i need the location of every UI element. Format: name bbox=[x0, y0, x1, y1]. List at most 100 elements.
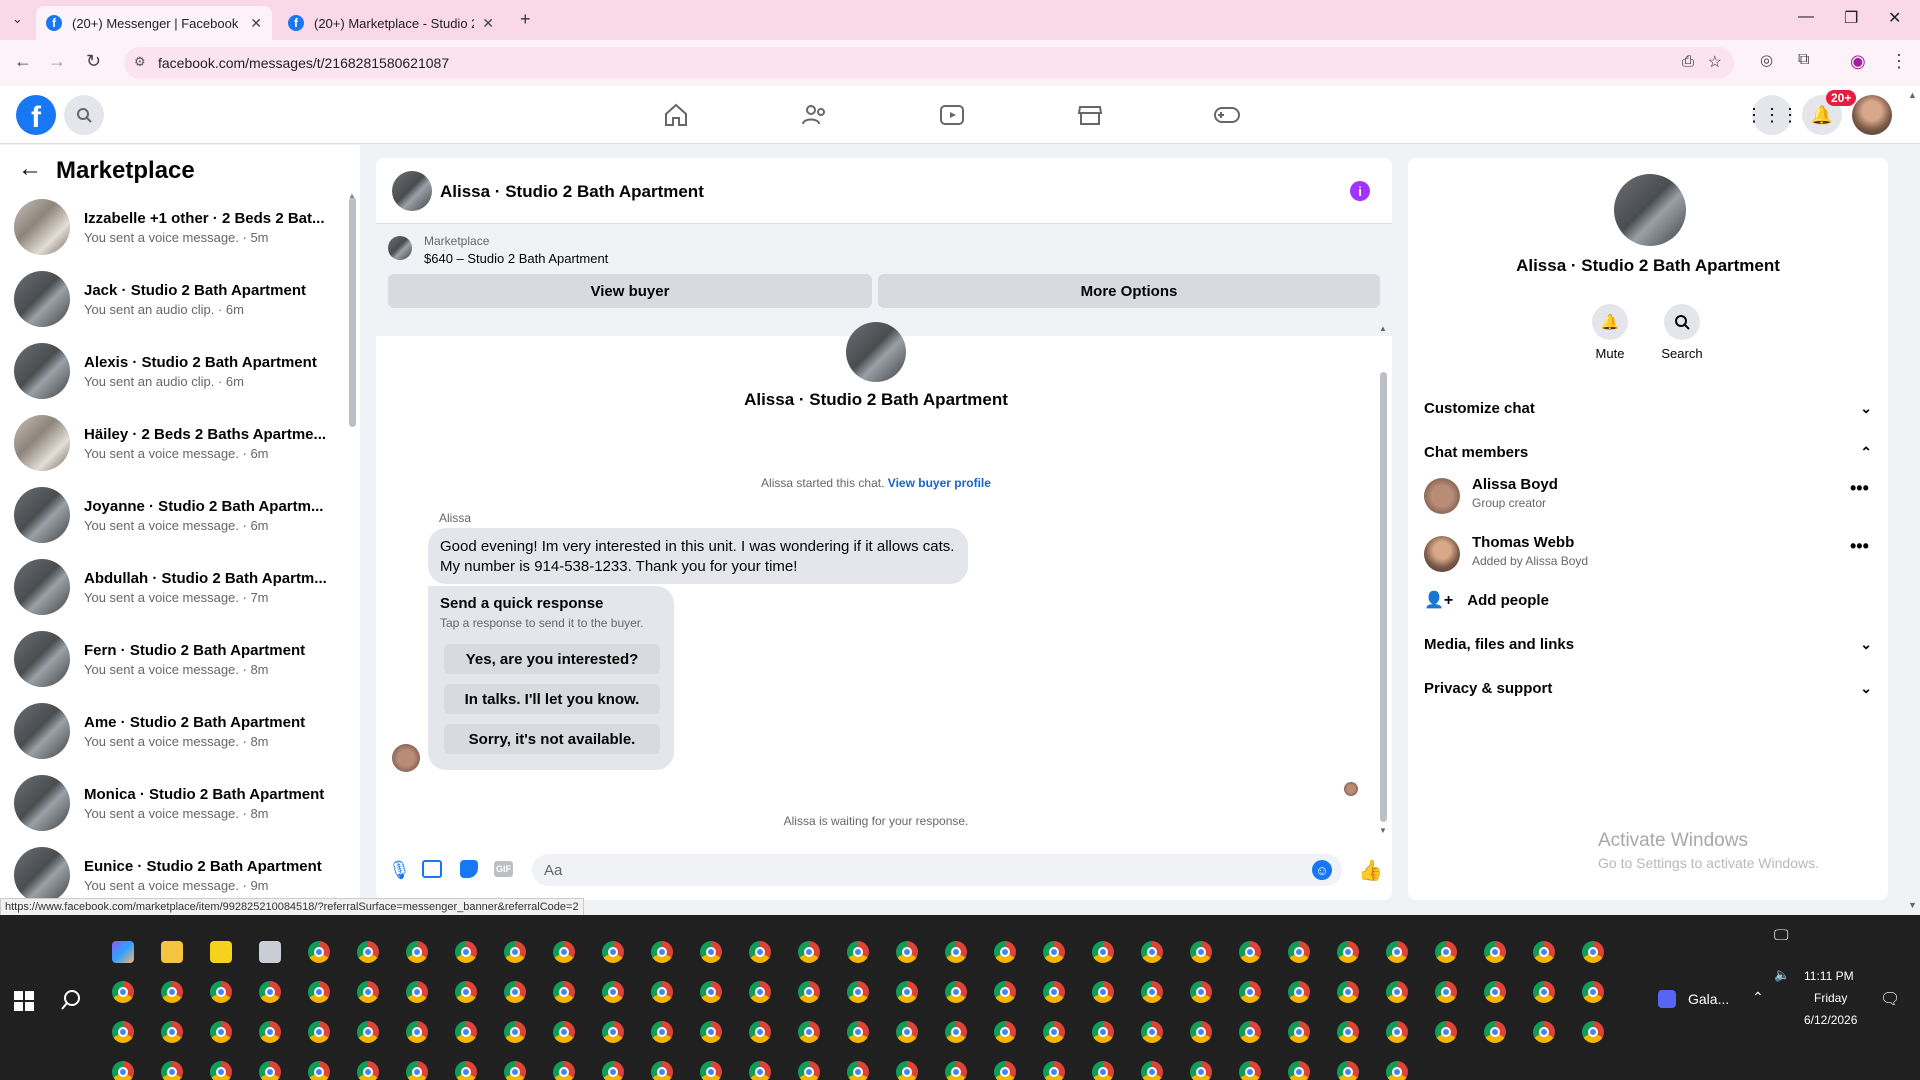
chrome-icon[interactable] bbox=[406, 981, 428, 1003]
marketplace-icon[interactable] bbox=[1070, 100, 1110, 130]
listing-thumbnail[interactable] bbox=[388, 236, 412, 260]
chrome-icon[interactable] bbox=[504, 981, 526, 1003]
chrome-icon[interactable] bbox=[1386, 1061, 1408, 1080]
member-item[interactable]: Alissa Boyd Group creator ••• bbox=[1424, 474, 1872, 522]
chat-title[interactable]: Alissa · Studio 2 Bath Apartment bbox=[440, 182, 704, 202]
volume-icon[interactable]: 🔈 bbox=[1774, 967, 1790, 983]
chrome-icon[interactable] bbox=[308, 1021, 330, 1043]
profile-avatar[interactable] bbox=[846, 322, 906, 382]
emoji-icon[interactable]: ☺ bbox=[1312, 860, 1332, 880]
quick-reply-button[interactable]: Yes, are you interested? bbox=[444, 644, 660, 674]
chrome-icon[interactable] bbox=[112, 1021, 134, 1043]
conversation-item[interactable]: Jack · Studio 2 Bath Apartment You sent a… bbox=[14, 263, 344, 335]
customize-chat-row[interactable]: Customize chat ⌄ bbox=[1424, 390, 1872, 426]
chrome-icon[interactable] bbox=[1092, 981, 1114, 1003]
scroll-up-arrow-icon[interactable]: ▲ bbox=[348, 191, 356, 200]
chrome-icon[interactable] bbox=[210, 1021, 232, 1043]
sticky-notes-icon[interactable] bbox=[210, 941, 232, 963]
chat-scrollbar[interactable] bbox=[1380, 372, 1387, 822]
app-icon[interactable] bbox=[259, 941, 281, 963]
sticker-icon[interactable] bbox=[460, 860, 478, 878]
site-info-icon[interactable]: ⚙ bbox=[134, 54, 146, 70]
chrome-icon[interactable] bbox=[161, 1061, 183, 1080]
quick-reply-button[interactable]: Sorry, it's not available. bbox=[444, 724, 660, 754]
member-avatar[interactable] bbox=[1424, 478, 1460, 514]
chrome-icon[interactable] bbox=[1533, 981, 1555, 1003]
chrome-icon[interactable] bbox=[1337, 981, 1359, 1003]
chrome-icon[interactable] bbox=[896, 941, 918, 963]
chrome-icon[interactable] bbox=[1141, 941, 1163, 963]
chrome-icon[interactable] bbox=[847, 981, 869, 1003]
chrome-icon[interactable] bbox=[553, 1061, 575, 1080]
chrome-icon[interactable] bbox=[553, 1021, 575, 1043]
view-buyer-profile-link[interactable]: View buyer profile bbox=[888, 476, 991, 490]
conversation-item[interactable]: Abdullah · Studio 2 Bath Apartm... You se… bbox=[14, 551, 344, 623]
chrome-icon[interactable] bbox=[994, 981, 1016, 1003]
taskbar-app-icon[interactable] bbox=[1658, 990, 1676, 1008]
chrome-icon[interactable] bbox=[308, 1061, 330, 1080]
new-tab-icon[interactable]: + bbox=[520, 9, 531, 30]
conversation-item[interactable]: Monica · Studio 2 Bath Apartment You sent… bbox=[14, 767, 344, 839]
chrome-icon[interactable] bbox=[1043, 981, 1065, 1003]
chrome-icon[interactable] bbox=[1582, 981, 1604, 1003]
thumbs-up-icon[interactable]: 👍 bbox=[1358, 858, 1383, 883]
chrome-icon[interactable] bbox=[847, 941, 869, 963]
privacy-support-row[interactable]: Privacy & support ⌄ bbox=[1424, 670, 1872, 706]
chrome-icon[interactable] bbox=[700, 1061, 722, 1080]
chrome-icon[interactable] bbox=[161, 1021, 183, 1043]
conversation-item[interactable]: Häiley · 2 Beds 2 Baths Apartme... You se… bbox=[14, 407, 344, 479]
chrome-icon[interactable] bbox=[945, 1021, 967, 1043]
chrome-icon[interactable] bbox=[994, 1021, 1016, 1043]
chrome-icon[interactable] bbox=[651, 941, 673, 963]
chrome-icon[interactable] bbox=[357, 941, 379, 963]
chrome-icon[interactable] bbox=[553, 941, 575, 963]
chrome-icon[interactable] bbox=[406, 941, 428, 963]
chrome-icon[interactable] bbox=[406, 1021, 428, 1043]
member-avatar[interactable] bbox=[1424, 536, 1460, 572]
restore-icon[interactable]: ❐ bbox=[1844, 8, 1858, 28]
sidebar-scrollbar[interactable] bbox=[349, 197, 356, 427]
chrome-icon[interactable] bbox=[1337, 1021, 1359, 1043]
chrome-icon[interactable] bbox=[210, 1061, 232, 1080]
chrome-icon[interactable] bbox=[749, 1061, 771, 1080]
info-avatar[interactable] bbox=[1614, 174, 1686, 246]
chrome-icon[interactable] bbox=[504, 941, 526, 963]
chrome-icon[interactable] bbox=[1582, 1021, 1604, 1043]
page-scroll-down-icon[interactable]: ▼ bbox=[1908, 900, 1917, 910]
taskbar-search-icon[interactable] bbox=[60, 989, 82, 1016]
chrome-icon[interactable] bbox=[1337, 941, 1359, 963]
chrome-icon[interactable] bbox=[896, 1061, 918, 1080]
chrome-icon[interactable] bbox=[602, 981, 624, 1003]
url-field[interactable]: ⚙ facebook.com/messages/t/21682815806210… bbox=[124, 47, 1734, 79]
chat-scroll-down-icon[interactable]: ▼ bbox=[1379, 826, 1387, 835]
chrome-icon[interactable] bbox=[1435, 941, 1457, 963]
windows-start-icon[interactable] bbox=[14, 991, 34, 1011]
conversation-item[interactable]: Fern · Studio 2 Bath Apartment You sent a… bbox=[14, 623, 344, 695]
chrome-icon[interactable] bbox=[161, 981, 183, 1003]
media-files-row[interactable]: Media, files and links ⌄ bbox=[1424, 626, 1872, 662]
page-scroll-up-icon[interactable]: ▲ bbox=[1908, 90, 1917, 100]
chrome-icon[interactable] bbox=[798, 941, 820, 963]
search-button[interactable] bbox=[64, 95, 104, 135]
chrome-icon[interactable] bbox=[602, 941, 624, 963]
chrome-icon[interactable] bbox=[1190, 941, 1212, 963]
chrome-icon[interactable] bbox=[553, 981, 575, 1003]
chrome-icon[interactable] bbox=[1141, 981, 1163, 1003]
close-tab-icon[interactable]: ✕ bbox=[250, 15, 262, 32]
chrome-icon[interactable] bbox=[700, 981, 722, 1003]
chrome-icon[interactable] bbox=[798, 1061, 820, 1080]
chrome-icon[interactable] bbox=[1092, 941, 1114, 963]
photo-icon[interactable] bbox=[422, 860, 442, 878]
copilot-icon[interactable] bbox=[112, 941, 134, 963]
conversation-item[interactable]: Alexis · Studio 2 Bath Apartment You sent… bbox=[14, 335, 344, 407]
mute-button[interactable]: 🔔 bbox=[1592, 304, 1628, 340]
chrome-icon[interactable] bbox=[1533, 941, 1555, 963]
conversation-item[interactable]: Izzabelle +1 other · 2 Beds 2 Bat... You … bbox=[14, 191, 344, 263]
message-input[interactable]: Aa ☺ bbox=[532, 854, 1342, 886]
chrome-icon[interactable] bbox=[1386, 1021, 1408, 1043]
gif-icon[interactable]: GIF bbox=[494, 861, 513, 877]
chrome-icon[interactable] bbox=[308, 981, 330, 1003]
chrome-icon[interactable] bbox=[1533, 1021, 1555, 1043]
chrome-icon[interactable] bbox=[945, 941, 967, 963]
chrome-icon[interactable] bbox=[798, 1021, 820, 1043]
